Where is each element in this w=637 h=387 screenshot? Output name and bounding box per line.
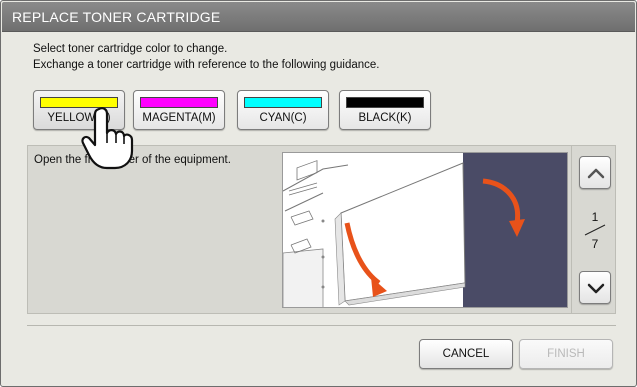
magenta-swatch <box>140 97 218 108</box>
instruction-line-2: Exchange a toner cartridge with referenc… <box>33 59 380 71</box>
open-front-cover-illustration <box>283 153 567 307</box>
instruction-line-1: Select toner cartridge color to change. <box>33 43 228 55</box>
cancel-button[interactable]: CANCEL <box>419 339 513 369</box>
hand-pointer-icon <box>81 107 134 170</box>
scroll-down-button[interactable] <box>579 271 611 304</box>
footer-divider <box>27 325 616 326</box>
cyan-label: CYAN(C) <box>259 112 307 124</box>
black-swatch <box>346 97 424 108</box>
black-label: BLACK(K) <box>358 112 412 124</box>
magenta-button[interactable]: MAGENTA(M) <box>133 90 225 130</box>
page-indicator: 1 7 <box>579 210 611 254</box>
black-button[interactable]: BLACK(K) <box>339 90 431 130</box>
cyan-swatch <box>244 97 322 108</box>
pager-panel: 1 7 <box>572 145 616 314</box>
dialog-window: REPLACE TONER CARTRIDGE Select toner car… <box>0 0 637 387</box>
finish-button[interactable]: FINISH <box>519 339 613 369</box>
equipment-illustration <box>282 152 568 308</box>
chevron-down-icon <box>587 283 605 294</box>
page-current: 1 <box>591 210 599 224</box>
dialog-title: REPLACE TONER CARTRIDGE <box>12 9 221 25</box>
title-bar: REPLACE TONER CARTRIDGE <box>2 2 635 32</box>
chevron-up-icon <box>587 168 605 179</box>
fraction-slash <box>584 224 606 236</box>
magenta-label: MAGENTA(M) <box>142 112 216 124</box>
instructions: Select toner cartridge color to change. … <box>33 41 380 73</box>
page-total: 7 <box>591 237 599 251</box>
scroll-up-button[interactable] <box>579 156 611 189</box>
cyan-button[interactable]: CYAN(C) <box>237 90 329 130</box>
